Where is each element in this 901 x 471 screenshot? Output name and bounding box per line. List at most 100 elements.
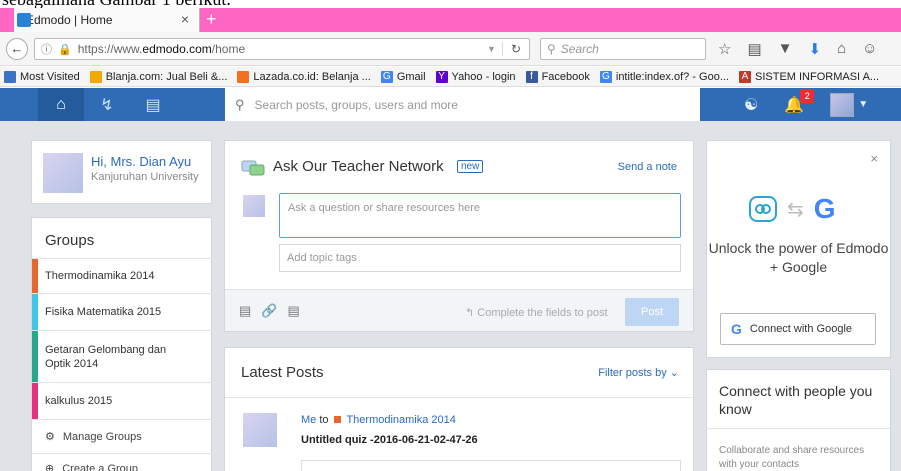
link-icon[interactable]: 🔗 [261,303,277,319]
composer-title: Ask Our Teacher Network [273,158,444,175]
bookmark-item[interactable]: Lazada.co.id: Belanja ... [237,70,371,83]
post-title: Untitled quiz -2016-06-21-02-47-26 [301,434,478,446]
backpack-icon[interactable]: ☯ [744,95,758,115]
bookmark-item[interactable]: f Facebook [525,70,590,83]
home-icon[interactable]: ⌂ [38,88,84,121]
history-dropdown-icon[interactable]: ▼ [487,44,496,54]
edmodo-logo-icon [749,196,777,222]
smiley-icon[interactable]: ☺ [862,40,877,58]
edmodo-nav-right: ☯ 🔔 2 ▼ [744,88,868,121]
group-item[interactable]: Getaran Gelombang dan Optik 2014 [32,330,213,382]
profile-avatar [43,153,83,193]
info-icon[interactable]: ⓘ [41,41,52,57]
browser-tab[interactable]: Edmodo | Home × [0,8,200,32]
group-item[interactable]: Fisika Matematika 2015 [32,293,213,330]
group-item[interactable]: Thermodinamika 2014 [32,258,213,293]
bookmark-icon [237,70,250,83]
edmodo-navbar: ⌂ ↯ ▤ ⚲ Search posts, groups, users and … [0,88,901,121]
attachment-icons: ▤ 🔗 ▤ [239,303,300,319]
connect-google-button[interactable]: G Connect with Google [720,313,876,345]
post-author-avatar[interactable] [243,413,277,447]
notification-badge: 2 [800,88,815,103]
new-badge: new [457,160,484,173]
browser-search-input[interactable]: ⚲ Search [540,38,706,60]
bookmark-icon: G [380,70,393,83]
group-item[interactable]: kalkulus 2015 [32,382,213,419]
bookmark-item[interactable]: Y Yahoo - login [435,70,516,83]
library-book-icon[interactable]: ▤ [287,303,299,319]
tab-accent [0,8,14,32]
library-icon[interactable]: ▤ [747,40,761,58]
group-label: Getaran Gelombang dan Optik 2014 [45,343,167,370]
latest-posts-title: Latest Posts [241,364,324,381]
group-color-bar [32,383,38,419]
profile-school: Kanjuruhan University [91,171,199,183]
pocket-icon[interactable]: ▼ [778,40,793,58]
new-tab-button[interactable]: + [206,8,217,30]
group-color-bar [32,331,38,382]
bookmark-star-icon[interactable]: ☆ [718,40,731,58]
group-color-bar [32,259,38,293]
back-arrow-icon[interactable]: ← [6,38,28,60]
post-content-box [301,460,681,471]
bookmark-item[interactable]: G Gmail [380,70,426,83]
bookmark-item[interactable]: Blanja.com: Jual Beli &... [89,70,227,83]
close-icon[interactable]: × [870,151,878,166]
bookmark-icon [4,70,16,83]
create-group-link[interactable]: ⊕ Create a Group [32,453,213,471]
edmodo-search-input[interactable]: ⚲ Search posts, groups, users and more [225,88,700,121]
connect-title: Connect with people you know [719,383,873,417]
tab-title: Edmodo | Home [26,13,113,27]
post-author[interactable]: Me [301,414,316,426]
bookmark-icon: G [599,70,612,83]
download-icon[interactable]: ⬇ [809,40,822,58]
google-connect-card: × ⇆ G Unlock the power of Edmodo + Googl… [706,140,891,358]
google-logo-icon: G [813,193,836,224]
library-book-icon[interactable]: ▤ [130,88,176,121]
bookmarks-bar: Most Visited Blanja.com: Jual Beli &... … [0,67,901,87]
home-icon[interactable]: ⌂ [837,40,846,58]
file-icon[interactable]: ▤ [239,303,251,319]
post-group-link[interactable]: Thermodinamika 2014 [346,414,455,426]
logos-row: ⇆ G [749,193,836,225]
browser-navbar: ← ⓘ 🔒 https://www.edmodo.com/home ▼ ↻ ⚲ … [0,32,901,66]
post-button[interactable]: Post [625,298,679,326]
topic-tags-input[interactable]: Add topic tags [279,244,681,272]
bookmark-item[interactable]: Most Visited [4,70,80,83]
post-meta: Me to Thermodinamika 2014 [301,414,456,426]
bookmark-item[interactable]: Gintitle:index.of? - Goo... [599,70,729,83]
chevron-down-icon[interactable]: ▼ [858,99,868,110]
gear-icon: ⚙ [45,431,55,443]
filter-posts-dropdown[interactable]: Filter posts by ⌄ [598,366,679,379]
bookmark-icon: Y [435,70,448,83]
group-color-square [333,416,341,423]
notifications-bell-icon[interactable]: 🔔 2 [784,88,815,115]
connect-google-label: Connect with Google [749,323,853,335]
profile-name[interactable]: Hi, Mrs. Dian Ayu [91,154,191,169]
manage-groups-label: Manage Groups [62,430,142,443]
divider [225,397,693,398]
edmodo-search-placeholder: Search posts, groups, users and more [254,97,458,112]
ask-question-input[interactable]: Ask a question or share resources here [279,193,681,238]
search-icon: ⚲ [547,42,556,56]
group-label: kalkulus 2015 [45,395,113,407]
connect-people-card: Connect with people you know Collaborate… [706,369,891,471]
user-avatar[interactable] [830,92,855,117]
bookmark-icon: A [739,70,751,83]
bookmark-item[interactable]: A SISTEM INFORMASI A... [739,70,879,83]
address-bar[interactable]: ⓘ 🔒 https://www.edmodo.com/home ▼ ↻ [34,38,530,60]
bookmark-icon: f [525,70,538,83]
create-group-label: Create a Group [62,462,139,471]
send-note-link[interactable]: Send a note [618,161,677,173]
divider [707,428,890,429]
manage-groups-link[interactable]: ⚙ Manage Groups [32,419,213,453]
progress-icon[interactable]: ↯ [84,88,130,121]
browser-search-placeholder: Search [560,42,599,56]
plus-circle-icon: ⊕ [45,463,55,471]
group-label: Fisika Matematika 2015 [45,306,162,318]
tab-close-icon[interactable]: × [181,11,189,27]
composer-footer: ▤ 🔗 ▤ ↰ Complete the fields to post Post [225,289,693,331]
reload-icon[interactable]: ↻ [501,42,521,56]
profile-card[interactable]: Hi, Mrs. Dian Ayu Kanjuruhan University [31,140,212,204]
exchange-arrows-icon: ⇆ [787,198,804,221]
